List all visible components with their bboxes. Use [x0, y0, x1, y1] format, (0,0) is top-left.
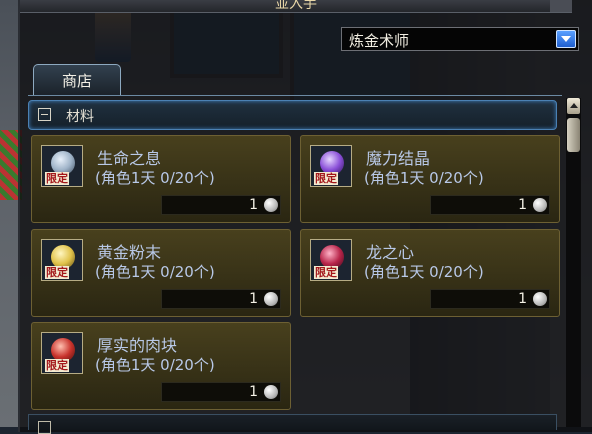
scroll-thumb[interactable]	[567, 118, 580, 152]
shop-item[interactable]: 限定 生命之息 (角色1天 0/20个) 1	[31, 135, 291, 223]
window-titlebar[interactable]: 並入手	[20, 0, 572, 13]
window-title: 並入手	[275, 0, 317, 12]
collapse-icon[interactable]	[38, 421, 51, 434]
category-dropdown[interactable]: 炼金术师	[341, 27, 579, 51]
shop-item[interactable]: 限定 厚实的肉块 (角色1天 0/20个) 1	[31, 322, 291, 410]
item-price: 1	[518, 197, 527, 213]
item-limit: (角色1天 0/20个)	[95, 169, 215, 187]
limited-badge: 限定	[45, 359, 69, 372]
scroll-up-button[interactable]	[567, 98, 580, 114]
close-button[interactable]	[550, 0, 572, 12]
meat-icon: 限定	[41, 332, 83, 374]
item-name: 龙之心	[366, 243, 415, 262]
coin-icon	[264, 292, 278, 306]
coin-icon	[533, 198, 547, 212]
item-price: 1	[249, 384, 258, 400]
limited-badge: 限定	[314, 266, 338, 279]
chevron-down-icon[interactable]	[556, 30, 576, 48]
crystal-icon: 限定	[310, 145, 352, 187]
tab-shop[interactable]: 商店	[33, 64, 121, 96]
price-field: 1	[430, 289, 550, 309]
item-price: 1	[249, 291, 258, 307]
flask-icon: 限定	[41, 145, 83, 187]
collapse-icon[interactable]	[38, 108, 51, 121]
item-limit: (角色1天 0/20个)	[364, 169, 484, 187]
shop-item[interactable]: 限定 黄金粉末 (角色1天 0/20个) 1	[31, 229, 291, 317]
shop-item[interactable]: 限定 魔力结晶 (角色1天 0/20个) 1	[300, 135, 560, 223]
category-dropdown-value: 炼金术师	[349, 32, 410, 50]
section-label: 材料	[66, 109, 94, 125]
item-name: 黄金粉末	[97, 243, 162, 262]
limited-badge: 限定	[45, 172, 69, 185]
item-limit: (角色1天 0/20个)	[95, 263, 215, 281]
item-limit: (角色1天 0/20个)	[364, 263, 484, 281]
limited-badge: 限定	[45, 266, 69, 279]
gold-dust-icon: 限定	[41, 239, 83, 281]
item-name: 厚实的肉块	[97, 336, 178, 355]
scrollbar[interactable]	[566, 98, 581, 427]
price-field: 1	[161, 382, 281, 402]
dragon-heart-icon: 限定	[310, 239, 352, 281]
section-header-materials[interactable]: 材料	[28, 100, 557, 130]
item-price: 1	[249, 197, 258, 213]
price-field: 1	[161, 289, 281, 309]
coin-icon	[264, 385, 278, 399]
coin-icon	[264, 198, 278, 212]
price-field: 1	[430, 195, 550, 215]
item-name: 生命之息	[97, 149, 162, 168]
limited-badge: 限定	[314, 172, 338, 185]
coin-icon	[533, 292, 547, 306]
price-field: 1	[161, 195, 281, 215]
section-header-next[interactable]	[28, 414, 557, 434]
item-name: 魔力结晶	[366, 149, 431, 168]
item-limit: (角色1天 0/20个)	[95, 356, 215, 374]
shop-item[interactable]: 限定 龙之心 (角色1天 0/20个) 1	[300, 229, 560, 317]
item-price: 1	[518, 291, 527, 307]
tab-shop-label: 商店	[61, 72, 92, 90]
